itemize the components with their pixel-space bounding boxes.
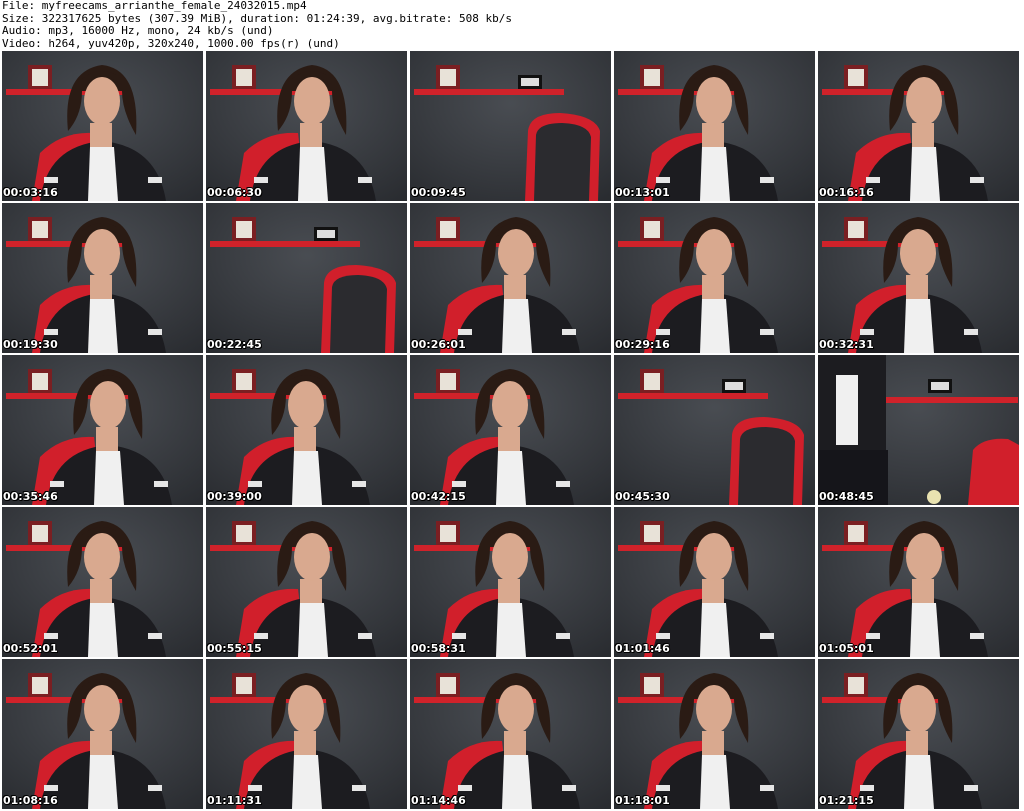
thumbnail-timestamp: 00:55:15 [207, 642, 262, 655]
video-thumbnail: 00:48:45 [818, 355, 1019, 505]
thumbnail-timestamp: 00:26:01 [411, 338, 466, 351]
thumbnail-timestamp: 00:13:01 [615, 186, 670, 199]
thumbnail-timestamp: 00:48:45 [819, 490, 874, 503]
video-thumbnail: 00:09:45 [410, 51, 611, 201]
thumbnail-timestamp: 00:06:30 [207, 186, 262, 199]
video-thumbnail: 00:35:46 [2, 355, 203, 505]
video-thumbnail: 00:42:15 [410, 355, 611, 505]
thumbnail-frame-image [410, 507, 611, 657]
video-thumbnail: 00:19:30 [2, 203, 203, 353]
thumbnail-frame-image [410, 51, 611, 201]
thumbnail-frame-image [818, 507, 1019, 657]
thumbnail-frame-image [410, 659, 611, 809]
video-thumbnail: 01:11:31 [206, 659, 407, 809]
thumbnail-frame-image [410, 203, 611, 353]
thumbnail-timestamp: 01:05:01 [819, 642, 874, 655]
thumbnail-timestamp: 00:29:16 [615, 338, 670, 351]
thumbnail-timestamp: 01:01:46 [615, 642, 670, 655]
audio-info-line: Audio: mp3, 16000 Hz, mono, 24 kb/s (und… [2, 24, 274, 37]
video-thumbnail: 00:45:30 [614, 355, 815, 505]
thumbnail-timestamp: 00:58:31 [411, 642, 466, 655]
thumbnail-timestamp: 01:14:46 [411, 794, 466, 807]
video-thumbnail: 01:18:01 [614, 659, 815, 809]
video-thumbnail: 00:06:30 [206, 51, 407, 201]
thumbnail-frame-image [2, 507, 203, 657]
thumbnail-frame-image [206, 355, 407, 505]
video-thumbnail: 00:16:16 [818, 51, 1019, 201]
thumbnail-timestamp: 00:32:31 [819, 338, 874, 351]
video-thumbnail: 01:01:46 [614, 507, 815, 657]
video-thumbnail: 00:26:01 [410, 203, 611, 353]
video-thumbnail: 00:32:31 [818, 203, 1019, 353]
thumbnail-timestamp: 00:52:01 [3, 642, 58, 655]
thumbnail-frame-image [410, 355, 611, 505]
thumbnail-frame-image [818, 659, 1019, 809]
thumbnail-frame-image [818, 355, 1019, 505]
thumbnail-frame-image [206, 507, 407, 657]
video-thumbnail: 00:52:01 [2, 507, 203, 657]
thumbnail-timestamp: 01:21:15 [819, 794, 874, 807]
video-thumbnail: 01:21:15 [818, 659, 1019, 809]
thumbnail-frame-image [614, 355, 815, 505]
video-thumbnail: 00:29:16 [614, 203, 815, 353]
thumbnail-frame-image [2, 203, 203, 353]
thumbnail-frame-image [818, 203, 1019, 353]
thumbnail-frame-image [206, 203, 407, 353]
file-info-header: File: myfreecams_arrianthe_female_240320… [2, 0, 1020, 50]
thumbnail-frame-image [206, 51, 407, 201]
video-thumbnail: 01:14:46 [410, 659, 611, 809]
thumbnail-frame-image [206, 659, 407, 809]
file-name-line: File: myfreecams_arrianthe_female_240320… [2, 0, 307, 12]
thumbnail-timestamp: 00:42:15 [411, 490, 466, 503]
thumbnail-grid: 00:03:16 00:06:30 00:09:45 00:13:01 00:1… [2, 51, 1022, 811]
thumbnail-frame-image [614, 203, 815, 353]
thumbnail-frame-image [2, 51, 203, 201]
thumbnail-timestamp: 01:08:16 [3, 794, 58, 807]
video-thumbnail: 00:39:00 [206, 355, 407, 505]
thumbnail-frame-image [818, 51, 1019, 201]
thumbnail-timestamp: 00:22:45 [207, 338, 262, 351]
video-thumbnail: 00:22:45 [206, 203, 407, 353]
video-thumbnail: 00:55:15 [206, 507, 407, 657]
thumbnail-timestamp: 00:19:30 [3, 338, 58, 351]
thumbnail-timestamp: 00:16:16 [819, 186, 874, 199]
video-info-line: Video: h264, yuv420p, 320x240, 1000.00 f… [2, 36, 340, 50]
thumbnail-timestamp: 00:03:16 [3, 186, 58, 199]
thumbnail-frame-image [2, 659, 203, 809]
thumbnail-frame-image [2, 355, 203, 505]
thumbnail-timestamp: 00:35:46 [3, 490, 58, 503]
thumbnail-frame-image [614, 659, 815, 809]
thumbnail-frame-image [614, 507, 815, 657]
thumbnail-timestamp: 01:18:01 [615, 794, 670, 807]
thumbnail-timestamp: 01:11:31 [207, 794, 262, 807]
thumbnail-timestamp: 00:09:45 [411, 186, 466, 199]
video-thumbnail: 00:13:01 [614, 51, 815, 201]
video-thumbnail: 00:58:31 [410, 507, 611, 657]
thumbnail-timestamp: 00:39:00 [207, 490, 262, 503]
video-thumbnail: 01:05:01 [818, 507, 1019, 657]
video-thumbnail: 01:08:16 [2, 659, 203, 809]
thumbnail-timestamp: 00:45:30 [615, 490, 670, 503]
video-thumbnail: 00:03:16 [2, 51, 203, 201]
thumbnail-frame-image [614, 51, 815, 201]
